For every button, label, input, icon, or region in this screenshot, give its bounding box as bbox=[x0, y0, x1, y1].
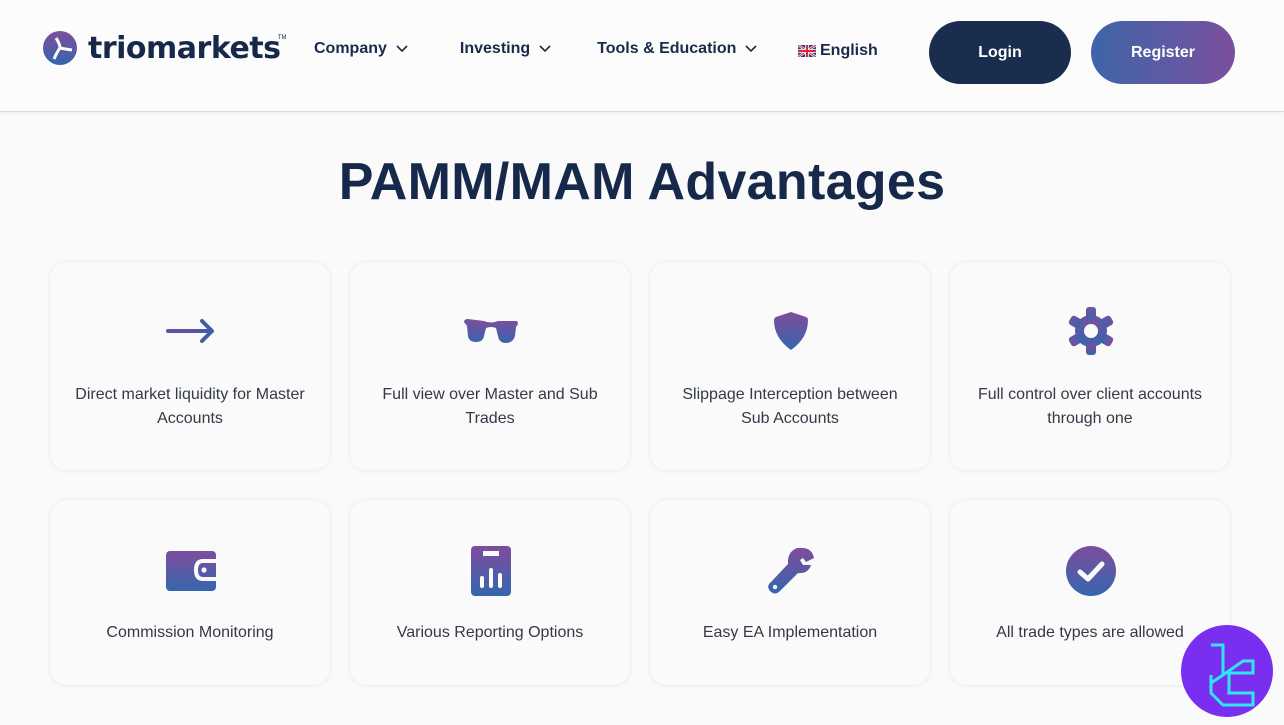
card-text: Full control over client accounts throug… bbox=[977, 386, 1203, 427]
advantage-card: Full view over Master and Sub Trades bbox=[349, 261, 631, 471]
advantage-card: Commission Monitoring bbox=[49, 499, 331, 686]
card-text: All trade types are allowed bbox=[996, 624, 1184, 641]
page-title: PAMM/MAM Advantages bbox=[338, 153, 946, 211]
check-circle-icon bbox=[1066, 546, 1116, 596]
card-text: Direct market liquidity for Master Accou… bbox=[75, 386, 305, 427]
logo-mark-icon bbox=[43, 31, 77, 65]
advantage-card: Full control over client accounts throug… bbox=[949, 261, 1231, 471]
card-text: Easy EA Implementation bbox=[702, 624, 878, 641]
site-header: triomarkets TM Company Investing Tools &… bbox=[0, 0, 1284, 112]
advantage-card: Various Reporting Options bbox=[349, 499, 631, 686]
card-text: Commission Monitoring bbox=[106, 624, 274, 641]
wallet-icon bbox=[166, 551, 216, 591]
nav-company-label: Company bbox=[314, 40, 387, 57]
card-text: Various Reporting Options bbox=[396, 624, 584, 641]
nav-tools-education[interactable]: Tools & Education bbox=[597, 40, 757, 58]
advantage-card: Slippage Interception between Sub Accoun… bbox=[649, 261, 931, 471]
nav-investing-label: Investing bbox=[459, 40, 531, 57]
trademark: TM bbox=[277, 34, 287, 41]
watermark-badge bbox=[1181, 625, 1273, 717]
arrow-right-icon bbox=[166, 319, 214, 343]
uk-flag-icon bbox=[798, 45, 816, 57]
advantage-card: Direct market liquidity for Master Accou… bbox=[49, 261, 331, 471]
login-button[interactable]: Login bbox=[929, 21, 1071, 84]
language-selector[interactable]: English bbox=[798, 42, 878, 60]
nav-tools-education-label: Tools & Education bbox=[597, 40, 737, 57]
shield-icon bbox=[774, 312, 808, 350]
gear-icon bbox=[1068, 307, 1114, 355]
card-text: Slippage Interception between Sub Accoun… bbox=[682, 386, 898, 427]
sunglasses-icon bbox=[464, 319, 518, 343]
clipboard-chart-icon bbox=[471, 546, 511, 596]
nav-company[interactable]: Company bbox=[314, 40, 408, 58]
chevron-down-icon bbox=[539, 45, 551, 53]
main-nav: Company Investing Tools & Education bbox=[314, 40, 757, 58]
wrench-icon bbox=[768, 548, 814, 594]
register-button[interactable]: Register bbox=[1091, 21, 1235, 84]
language-label: English bbox=[820, 42, 878, 59]
card-text: Full view over Master and Sub Trades bbox=[382, 386, 598, 427]
chevron-down-icon bbox=[396, 45, 408, 53]
nav-investing[interactable]: Investing bbox=[460, 40, 551, 58]
logo[interactable]: triomarkets TM bbox=[42, 30, 287, 66]
logo-text: triomarkets bbox=[88, 30, 281, 66]
tc-logo-icon bbox=[1209, 643, 1255, 707]
advantage-card: Easy EA Implementation bbox=[649, 499, 931, 686]
chevron-down-icon bbox=[745, 45, 757, 53]
